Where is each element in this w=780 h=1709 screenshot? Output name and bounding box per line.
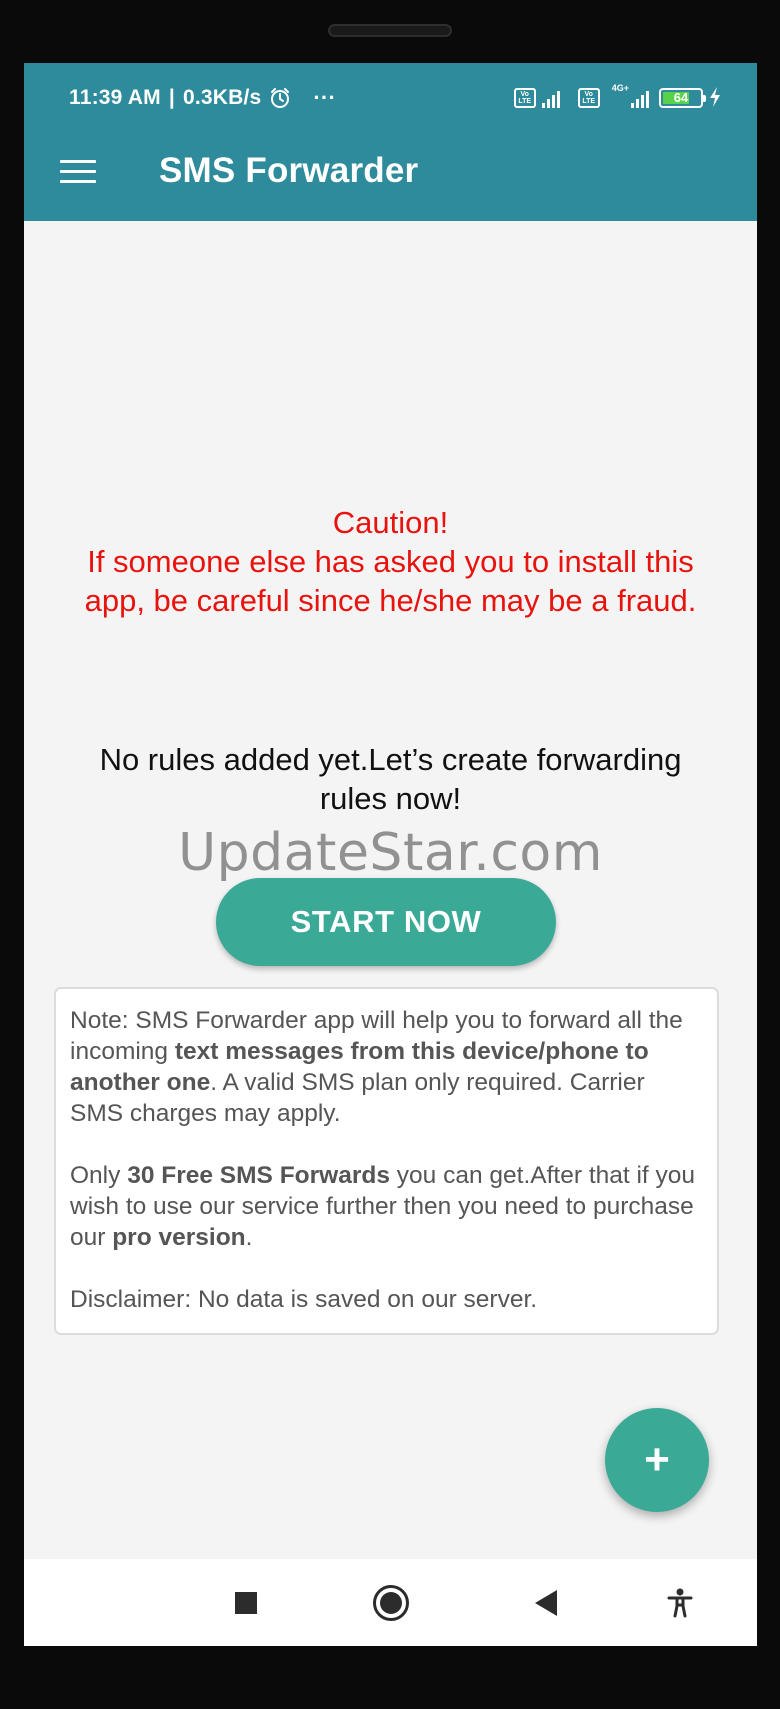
system-navigation-bar — [24, 1559, 757, 1646]
disclaimer-text: Disclaimer: No data is saved on our serv… — [70, 1286, 538, 1313]
volte-sim2-icon: Vo LTE — [577, 88, 600, 108]
battery-level: 64 — [673, 90, 689, 105]
alarm-clock-icon — [269, 87, 291, 109]
square-icon[interactable] — [226, 1583, 266, 1623]
status-right: Vo LTE Vo LTE 4G+ 64 — [513, 83, 721, 112]
caution-warning: Caution! If someone else has asked you t… — [64, 503, 717, 620]
status-network-speed: 0.3KB/s — [182, 86, 262, 109]
add-rule-fab[interactable]: + — [605, 1408, 709, 1512]
note-paragraph-2: Only 30 Free SMS Forwards you can get.Af… — [70, 1162, 696, 1251]
status-separator: | — [168, 86, 175, 109]
signal-strength-icon — [541, 88, 560, 108]
network-type-label: 4G+ — [611, 83, 629, 93]
triangle-back-icon[interactable] — [526, 1583, 566, 1623]
earpiece-speaker — [328, 24, 452, 37]
circle-icon[interactable] — [370, 1583, 412, 1623]
caution-message: If someone else has asked you to install… — [84, 544, 697, 618]
empty-state-message: No rules added yet.Let’s create forwardi… — [99, 742, 682, 816]
battery-icon: 64 — [659, 88, 706, 108]
status-bar: 11:39 AM | 0.3KB/s ··· Vo LTE Vo LTE 4G+… — [24, 63, 757, 131]
watermark: UpdateStar.com — [178, 823, 603, 883]
status-time: 11:39 AM — [69, 86, 161, 109]
screen: 11:39 AM | 0.3KB/s ··· Vo LTE Vo LTE 4G+… — [24, 63, 757, 1646]
app-title: SMS Forwarder — [159, 151, 419, 190]
accessibility-person-icon[interactable] — [660, 1583, 700, 1623]
start-now-button[interactable]: START NOW — [216, 878, 556, 966]
volte-sim1-icon: Vo LTE — [513, 88, 536, 108]
note-card: Note: SMS Forwarder app will help you to… — [54, 987, 719, 1335]
app-bar: 11:39 AM | 0.3KB/s ··· Vo LTE Vo LTE 4G+… — [24, 63, 757, 221]
status-left: 11:39 AM | 0.3KB/s ··· — [69, 84, 336, 112]
toolbar: SMS Forwarder — [24, 131, 757, 221]
caution-heading: Caution! — [332, 505, 449, 540]
more-notifications-icon: ··· — [313, 85, 336, 110]
note-paragraph-1: Note: SMS Forwarder app will help you to… — [70, 1007, 683, 1127]
signal-strength-icon — [631, 88, 649, 108]
phone-frame: 11:39 AM | 0.3KB/s ··· Vo LTE Vo LTE 4G+… — [0, 0, 780, 1709]
hamburger-icon[interactable] — [56, 149, 100, 193]
lightning-bolt-icon — [709, 86, 721, 110]
